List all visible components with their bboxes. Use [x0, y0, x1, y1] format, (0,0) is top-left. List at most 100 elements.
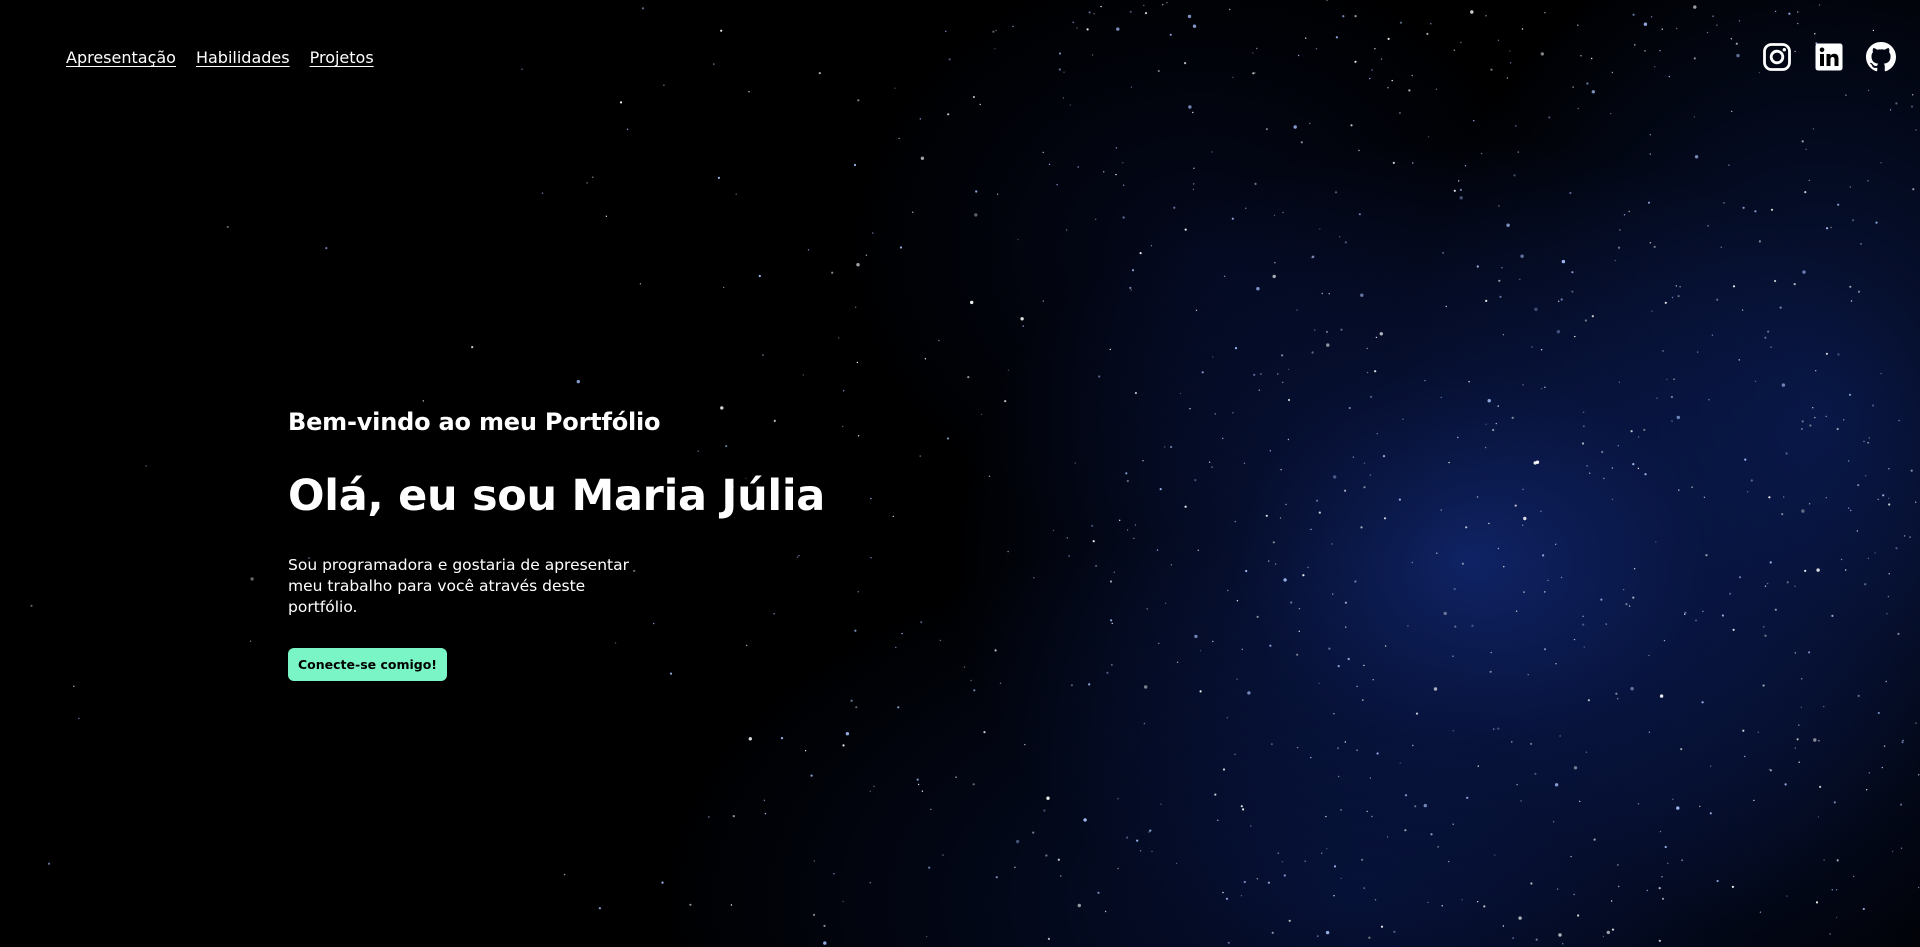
star [1656, 397, 1658, 399]
star [1222, 437, 1224, 440]
star [1902, 739, 1904, 742]
star [1164, 446, 1166, 448]
star [1579, 800, 1581, 803]
star [1485, 423, 1487, 425]
star [1866, 789, 1868, 791]
star [1552, 821, 1555, 823]
star [1856, 530, 1859, 532]
star [1048, 163, 1051, 166]
nav-link-apresentacao[interactable]: Apresentação [66, 48, 176, 67]
star [1487, 399, 1491, 403]
star [1675, 285, 1678, 287]
star [619, 101, 623, 104]
star [1611, 498, 1614, 501]
star [1426, 32, 1429, 36]
star [1348, 406, 1351, 410]
star [1312, 255, 1315, 258]
star [1618, 885, 1620, 888]
star [325, 247, 328, 250]
star [1825, 352, 1828, 355]
star [1741, 309, 1744, 311]
star [1339, 236, 1341, 238]
star [1831, 614, 1834, 618]
star [1012, 25, 1014, 28]
star [1126, 529, 1129, 531]
star [1366, 347, 1368, 350]
star [1895, 547, 1898, 550]
star [1512, 937, 1514, 939]
star [1614, 259, 1616, 262]
star [1106, 671, 1109, 674]
star [1277, 373, 1279, 375]
star [1111, 664, 1113, 666]
star [1466, 796, 1469, 799]
star [1485, 15, 1487, 17]
star [1764, 336, 1767, 339]
star [1867, 180, 1869, 182]
star [917, 783, 920, 786]
star [1344, 741, 1347, 743]
star [1125, 472, 1128, 475]
star [1915, 501, 1917, 503]
star [1675, 27, 1678, 30]
star [1499, 295, 1502, 298]
star [1328, 647, 1331, 650]
star [1611, 467, 1614, 469]
star [1296, 653, 1299, 656]
star [1574, 335, 1576, 338]
star [1649, 153, 1652, 155]
star [1117, 867, 1119, 870]
star [1333, 475, 1337, 479]
linkedin-icon[interactable] [1814, 42, 1844, 72]
star [1098, 375, 1101, 378]
nav-link-habilidades[interactable]: Habilidades [196, 48, 290, 67]
star [1895, 102, 1898, 105]
star [1910, 105, 1914, 108]
connect-button[interactable]: Conecte-se comigo! [288, 648, 448, 682]
star [1781, 383, 1786, 387]
star [1146, 608, 1148, 610]
star [1318, 511, 1321, 514]
star [1797, 11, 1799, 13]
star [1863, 440, 1865, 443]
star [1254, 182, 1257, 185]
star [1774, 608, 1777, 611]
star [1558, 933, 1562, 937]
star [1823, 859, 1825, 861]
star [1433, 687, 1438, 691]
star [1818, 4, 1821, 6]
github-icon[interactable] [1866, 42, 1896, 72]
star [1142, 460, 1144, 462]
star [1883, 745, 1886, 747]
star [1143, 4, 1145, 7]
star [1582, 615, 1584, 617]
star [1024, 743, 1026, 746]
star [1515, 125, 1517, 127]
star [1115, 147, 1118, 149]
star [1554, 783, 1559, 787]
star [1457, 436, 1459, 439]
nav-link-projetos[interactable]: Projetos [310, 48, 374, 67]
star [1830, 226, 1832, 229]
star [1892, 850, 1894, 853]
star [1272, 541, 1275, 544]
star [1573, 638, 1576, 641]
star [813, 860, 816, 862]
star [1831, 889, 1834, 891]
star [1754, 380, 1757, 383]
star [1116, 27, 1120, 31]
star [1358, 149, 1360, 152]
star [892, 515, 894, 518]
star [1208, 461, 1211, 463]
star [1900, 847, 1903, 849]
star [1402, 418, 1404, 420]
star [1732, 285, 1736, 288]
star [1915, 129, 1917, 131]
star [1888, 497, 1890, 499]
star [1461, 562, 1464, 565]
instagram-icon[interactable] [1762, 42, 1792, 72]
star [1798, 724, 1800, 726]
star [1086, 28, 1089, 31]
star [1544, 591, 1546, 593]
star [1651, 310, 1653, 312]
